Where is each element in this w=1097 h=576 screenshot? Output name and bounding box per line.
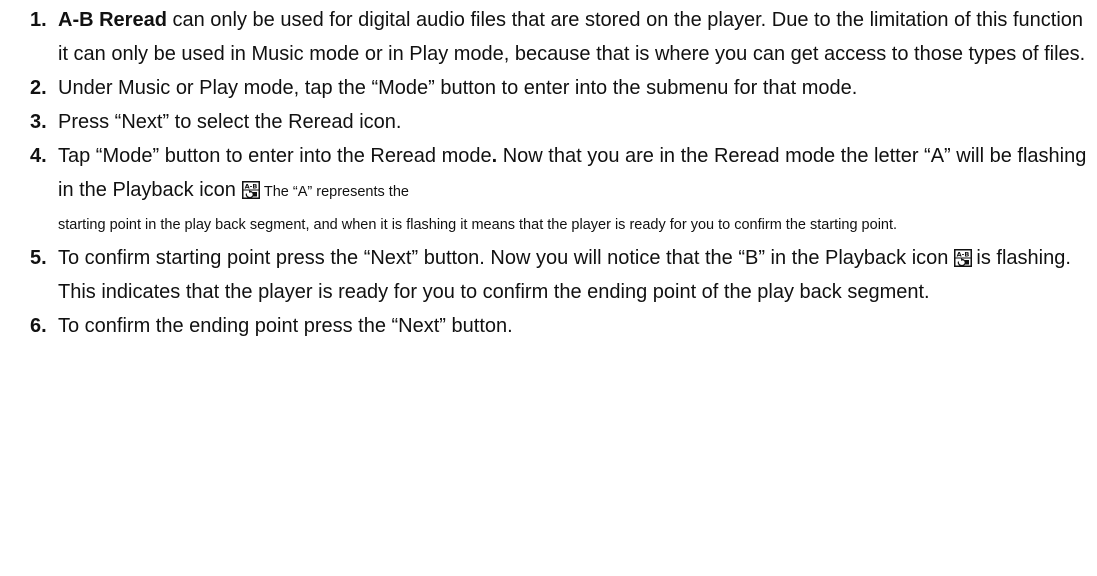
step-2: 2. Under Music or Play mode, tap the “Mo… <box>30 71 1087 105</box>
step-text: Tap “Mode” button to enter into the Rere… <box>58 145 1087 241</box>
step-text: A-B Reread can only be used for digital … <box>58 9 1085 65</box>
step-body: To confirm starting point press the “Nex… <box>58 247 949 269</box>
ab-reread-icon: A-B <box>954 249 973 267</box>
step-number: 3. <box>30 111 47 133</box>
step-number: 2. <box>30 77 47 99</box>
step-body: Press “Next” to select the Reread icon. <box>58 111 402 133</box>
svg-text:A-B: A-B <box>245 183 258 191</box>
manual-page: 1. A-B Reread can only be used for digit… <box>0 0 1097 576</box>
step-3: 3. Press “Next” to select the Reread ico… <box>30 105 1087 139</box>
step-number: 1. <box>30 9 47 31</box>
step-1: 1. A-B Reread can only be used for digit… <box>30 3 1087 71</box>
step-body: Under Music or Play mode, tap the “Mode”… <box>58 77 858 99</box>
step-number: 6. <box>30 315 47 337</box>
note-inline: The “A” represents the <box>263 184 409 200</box>
step-5: 5. To confirm starting point press the “… <box>30 241 1087 309</box>
step-body: can only be used for digital audio files… <box>58 9 1086 65</box>
feature-name: A-B Reread <box>58 9 167 31</box>
ab-reread-icon: A-B <box>241 181 260 199</box>
step-body: Tap “Mode” button to enter into the Rere… <box>58 145 492 167</box>
instruction-steps: 1. A-B Reread can only be used for digit… <box>30 3 1087 343</box>
step-number: 4. <box>30 145 47 167</box>
step-6: 6. To confirm the ending point press the… <box>30 309 1087 343</box>
step-4: 4. Tap “Mode” button to enter into the R… <box>30 139 1087 241</box>
step-text: To confirm starting point press the “Nex… <box>58 247 1087 303</box>
step-body: To confirm the ending point press the “N… <box>58 315 513 337</box>
note-text: starting point in the play back segment,… <box>58 217 898 233</box>
step-number: 5. <box>30 247 47 269</box>
svg-text:A-B: A-B <box>957 251 970 259</box>
